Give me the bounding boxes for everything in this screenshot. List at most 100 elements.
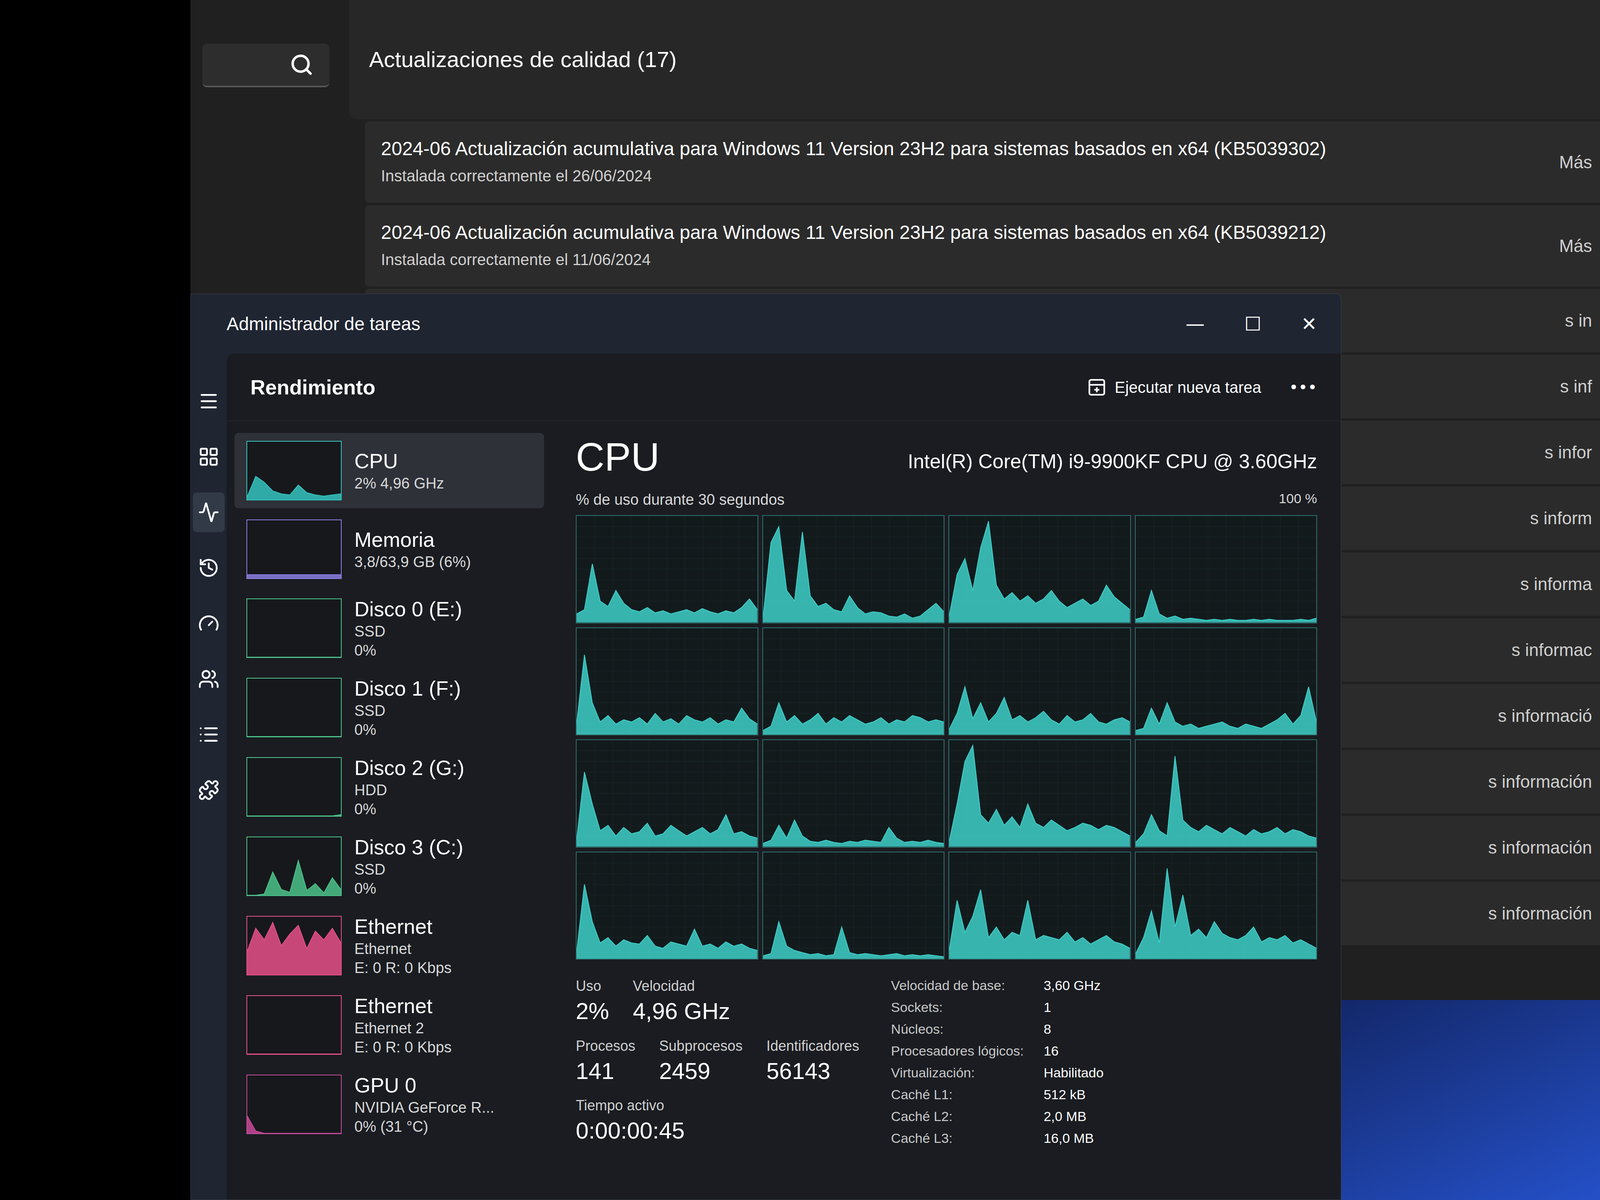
resource-detail: SSD	[354, 622, 463, 642]
stat: Tiempo activo0:00:00:45	[575, 1094, 685, 1146]
resource-name: GPU 0	[354, 1072, 495, 1099]
resource-list: CPU2% 4,96 GHzMemoria3,8/63,9 GB (6%)Dis…	[226, 421, 552, 1200]
resource-item[interactable]: Memoria3,8/63,9 GB (6%)	[234, 511, 545, 587]
nav-item[interactable]	[192, 548, 225, 588]
more-info-link[interactable]: s in	[1565, 307, 1593, 334]
detail-label: Caché L2:	[890, 1106, 1024, 1127]
resource-detail: SSD	[354, 860, 464, 880]
detail-value: 1	[1043, 997, 1104, 1018]
more-info-link[interactable]: s informa	[1520, 571, 1593, 598]
resource-thumbnail-chart	[247, 1075, 341, 1134]
nav-item[interactable]	[192, 603, 225, 644]
resource-name: Disco 2 (G:)	[354, 755, 465, 781]
core-chart	[762, 627, 945, 736]
detail-label: Caché L3:	[890, 1128, 1024, 1149]
update-title: 2024-06 Actualización acumulativa para W…	[380, 136, 1327, 161]
nav-item[interactable]	[192, 381, 225, 422]
more-info-link[interactable]: Más	[1559, 232, 1593, 260]
resource-detail: SSD	[354, 701, 462, 721]
core-usage-chart	[949, 628, 1131, 735]
core-chart	[1134, 851, 1318, 960]
detail-label: Procesadores lógicos:	[890, 1040, 1024, 1062]
nav-item[interactable]	[192, 659, 225, 699]
resource-item[interactable]: Disco 3 (C:)SSD0%	[234, 828, 545, 905]
more-button[interactable]: •••	[1288, 375, 1318, 400]
more-info-link[interactable]: s información	[1488, 900, 1593, 927]
window-control[interactable]: —	[1177, 309, 1213, 339]
run-task-button[interactable]: Ejecutar nueva tarea	[1086, 375, 1262, 400]
core-chart	[1134, 515, 1318, 624]
resource-thumbnail-chart	[247, 757, 341, 816]
core-usage-chart	[1135, 628, 1317, 735]
more-info-link[interactable]: s información	[1488, 834, 1593, 861]
resource-item[interactable]: EthernetEthernetE: 0 R: 0 Kbps	[234, 907, 545, 984]
title-bar: Administrador de tareas — ☐ ✕	[190, 294, 1341, 354]
resource-item[interactable]: Disco 0 (E:)SSD0%	[234, 590, 545, 667]
resource-detail: HDD	[354, 780, 465, 800]
core-chart	[575, 627, 759, 736]
page-title: Rendimiento	[250, 371, 376, 403]
resource-item[interactable]: Disco 2 (G:)HDD0%	[234, 748, 545, 825]
window-control[interactable]: ☐	[1236, 309, 1270, 339]
core-chart	[575, 739, 759, 848]
core-chart	[762, 515, 945, 624]
resource-detail: Ethernet 2	[354, 1019, 452, 1039]
resource-thumbnail-chart	[247, 678, 341, 737]
more-info-link[interactable]: s infor	[1544, 439, 1593, 466]
detail-value: 8	[1043, 1019, 1104, 1040]
update-title: 2024-06 Actualización acumulativa para W…	[380, 220, 1327, 245]
resource-detail: NVIDIA GeForce R...	[354, 1098, 495, 1118]
search-box[interactable]	[202, 43, 330, 88]
core-chart	[1134, 739, 1318, 848]
more-info-link[interactable]: s informac	[1511, 636, 1593, 664]
cpu-title: CPU	[575, 436, 660, 477]
resource-name: Ethernet	[354, 993, 452, 1020]
resource-item[interactable]: EthernetEthernet 2E: 0 R: 0 Kbps	[234, 986, 545, 1064]
more-info-link[interactable]: s información	[1488, 768, 1593, 795]
nav-rail	[190, 353, 227, 1200]
new-task-icon	[1086, 377, 1107, 398]
resource-thumbnail-chart	[247, 441, 341, 500]
core-usage-chart	[763, 628, 945, 735]
more-info-link[interactable]: s inform	[1530, 505, 1593, 532]
detail-value: 3,60 GHz	[1043, 975, 1104, 996]
stat: Velocidad4,96 GHz	[632, 975, 731, 1026]
update-status: Instalada correctamente el 11/06/2024	[380, 247, 1327, 272]
more-info-link[interactable]: Más	[1559, 149, 1593, 176]
core-chart	[575, 515, 759, 624]
resource-name: Disco 3 (C:)	[354, 834, 464, 861]
resource-item[interactable]: Disco 1 (F:)SSD0%	[234, 669, 545, 746]
resource-detail: 3,8/63,9 GB (6%)	[354, 552, 472, 572]
core-usage-chart	[763, 740, 945, 847]
cpu-pane: CPUIntel(R) Core(TM) i9-9900KF CPU @ 3.6…	[551, 421, 1341, 1200]
resource-detail: 0% (31 °C)	[354, 1117, 495, 1137]
resource-detail: 0%	[354, 879, 464, 899]
nav-item[interactable]	[192, 770, 225, 810]
core-chart	[575, 851, 759, 960]
section-header: Actualizaciones de calidad (17)	[349, 0, 1600, 120]
core-usage-chart	[576, 852, 758, 960]
detail-label: Virtualización:	[890, 1062, 1024, 1083]
detail-label: Sockets:	[890, 997, 1024, 1018]
core-chart	[948, 851, 1131, 960]
core-usage-chart	[1135, 852, 1317, 960]
detail-value: 2,0 MB	[1043, 1106, 1104, 1127]
nav-item[interactable]	[192, 436, 225, 477]
window-control[interactable]: ✕	[1293, 309, 1325, 339]
core-usage-chart	[949, 515, 1131, 623]
resource-item[interactable]: CPU2% 4,96 GHz	[234, 432, 545, 509]
core-usage-chart	[949, 852, 1131, 960]
resource-name: Memoria	[354, 526, 472, 553]
core-usage-chart	[576, 515, 758, 623]
core-usage-chart	[576, 628, 758, 735]
nav-item[interactable]	[192, 492, 225, 533]
core-usage-chart	[763, 515, 945, 623]
nav-item[interactable]	[192, 714, 225, 755]
resource-name: Disco 0 (E:)	[354, 596, 463, 623]
window-title: Administrador de tareas	[226, 310, 421, 338]
more-info-link[interactable]: s inf	[1559, 373, 1593, 400]
resource-thumbnail-chart	[247, 837, 341, 896]
resource-item[interactable]: GPU 0NVIDIA GeForce R...0% (31 °C)	[234, 1066, 545, 1143]
more-info-link[interactable]: s informació	[1498, 702, 1593, 729]
core-chart	[948, 739, 1131, 848]
